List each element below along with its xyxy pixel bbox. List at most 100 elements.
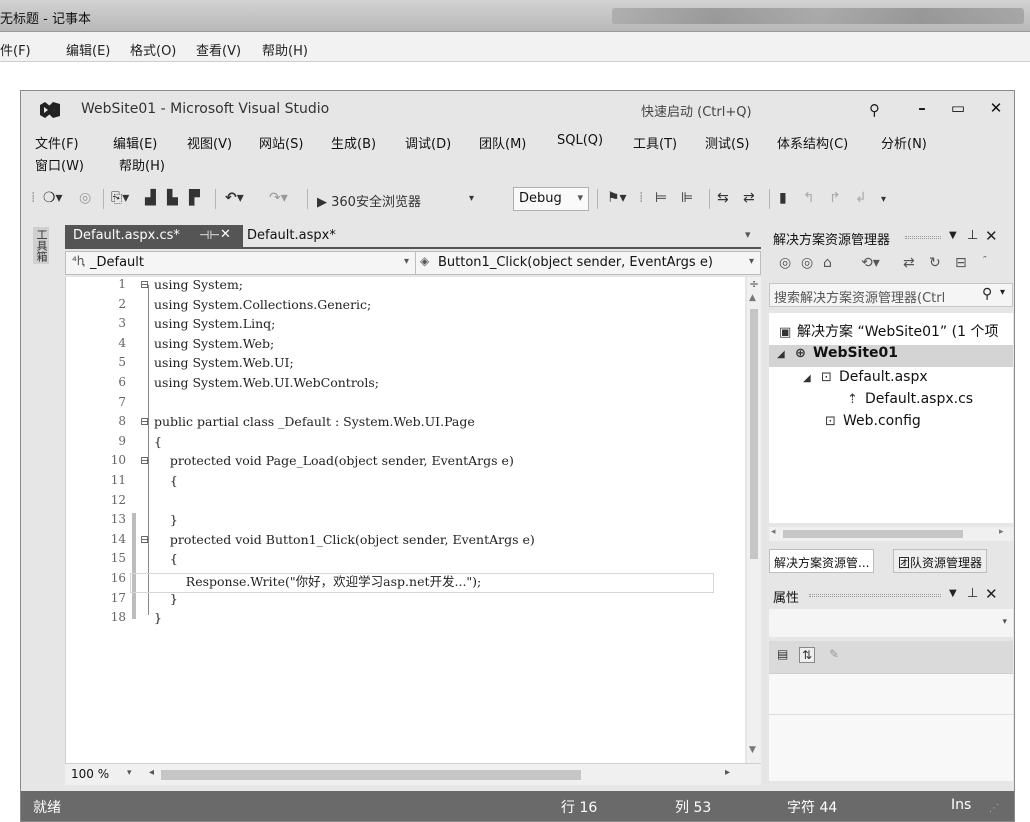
menu-team[interactable]: 团队(M) <box>479 133 526 152</box>
save-all-icon[interactable]: ▛ <box>189 190 200 206</box>
menu-test[interactable]: 测试(S) <box>705 133 749 152</box>
chevron-down-icon[interactable]: ▼ <box>949 588 957 599</box>
close-icon[interactable]: ✕ <box>985 227 998 245</box>
tab-solution-explorer[interactable]: 解决方案资源管... <box>769 549 875 573</box>
solution-explorer-search[interactable]: 搜索解决方案资源管理器(Ctrl ⚲ ▾ <box>769 283 1013 307</box>
code-line[interactable]: 2 using System.Collections.Generic; <box>66 297 746 317</box>
code-line[interactable]: 5 using System.Web.UI; <box>66 355 746 375</box>
code-editor[interactable]: 1 ⊟ using System; 2 using System.Collections… <box>65 277 745 781</box>
notepad-menu-view[interactable]: 查看(V) <box>196 40 241 59</box>
menu-sql[interactable]: SQL(Q) <box>557 133 603 148</box>
chevron-down-icon[interactable]: ▼ <box>949 230 957 241</box>
close-tab-icon[interactable]: ✕ <box>220 227 231 242</box>
code-line[interactable]: 11 { <box>66 473 746 493</box>
tree-item-default-aspx[interactable]: ◢ ⊡ Default.aspx <box>803 369 928 391</box>
notepad-menu-edit[interactable]: 编辑(E) <box>66 40 110 59</box>
solution-explorer-hscrollbar[interactable]: ◂ ▸ <box>769 527 1013 541</box>
tab-team-explorer[interactable]: 团队资源管理器 <box>893 549 988 573</box>
toolbar-overflow-icon[interactable]: ″ <box>983 255 987 266</box>
tab-default-aspx-cs[interactable]: Default.aspx.cs* ⊣⊢ ✕ <box>65 225 243 247</box>
notepad-menu-format[interactable]: 格式(O) <box>130 40 176 59</box>
panel-grip[interactable] <box>809 594 941 597</box>
menu-website[interactable]: 网站(S) <box>259 133 303 152</box>
save-icon[interactable]: ▙ <box>167 190 178 206</box>
fold-toggle-icon[interactable]: ⊟ <box>140 278 149 291</box>
chevron-down-icon[interactable]: ▾ <box>1000 287 1005 298</box>
collapse-all-icon[interactable]: ⊟ <box>955 255 967 271</box>
pin-icon[interactable]: ⊥ <box>967 228 978 243</box>
code-line[interactable]: 10 ⊟ protected void Page_Load(object send… <box>66 453 746 473</box>
fold-toggle-icon[interactable]: ⊟ <box>140 415 149 428</box>
tree-item-default-aspx-cs[interactable]: ⇡ Default.aspx.cs <box>847 391 973 413</box>
code-line[interactable]: 13 } <box>66 512 746 532</box>
menu-debug[interactable]: 调试(D) <box>405 133 451 152</box>
menu-window[interactable]: 窗口(W) <box>35 155 84 174</box>
forward-icon[interactable]: ◎ <box>79 190 91 206</box>
horizontal-scrollbar-thumb[interactable] <box>161 770 581 780</box>
open-file-icon[interactable]: ▟ <box>145 190 156 206</box>
code-line[interactable]: 15 { <box>66 551 746 571</box>
code-line[interactable]: 17 } <box>66 591 746 611</box>
tree-item-solution[interactable]: ▣ 解决方案 “WebSite01” (1 个项 <box>779 321 998 343</box>
menu-architecture[interactable]: 体系结构(C) <box>777 133 848 152</box>
code-line[interactable]: 12 <box>66 493 746 513</box>
pin-icon[interactable]: ⊥ <box>967 586 978 601</box>
browser-dropdown-icon[interactable]: ▾ <box>469 193 474 204</box>
home-icon[interactable]: ⌂ <box>823 255 832 271</box>
comment-icon[interactable]: ⇆ <box>717 190 729 206</box>
code-line[interactable]: 9{ <box>66 434 746 454</box>
forward-icon[interactable]: ◎ <box>801 255 813 271</box>
quick-launch-input[interactable]: 快速启动 (Ctrl+Q) <box>641 101 752 120</box>
editor-vertical-scrollbar[interactable]: ▲ ▼ <box>747 277 761 781</box>
fold-toggle-icon[interactable]: ⊟ <box>140 454 149 467</box>
back-icon[interactable]: ❍▾ <box>43 190 63 206</box>
menu-tools[interactable]: 工具(T) <box>633 133 677 152</box>
menu-view[interactable]: 视图(V) <box>187 133 232 152</box>
code-line[interactable]: 8 ⊟ public partial class _Default : System… <box>66 414 746 434</box>
code-line[interactable]: 7 <box>66 395 746 415</box>
sync-icon[interactable]: ⇄ <box>903 255 915 271</box>
chevron-down-icon[interactable]: ▾ <box>127 768 132 778</box>
history-icon[interactable]: ⟲▾ <box>861 255 880 271</box>
search-icon[interactable]: ⚲ <box>982 286 992 302</box>
redo-icon[interactable]: ↷▾ <box>269 190 288 206</box>
notepad-menu-file[interactable]: 件(F) <box>0 40 31 59</box>
tab-overflow-icon[interactable]: ▾ <box>745 228 751 241</box>
start-debugging-button[interactable]: ▶ 360安全浏览器 <box>317 191 421 210</box>
menu-file[interactable]: 文件(F) <box>35 133 79 152</box>
tree-item-project[interactable]: ◢ ⊕ WebSite01 <box>777 345 898 367</box>
close-icon[interactable]: ✕ <box>985 585 998 603</box>
search-icon[interactable]: ⚲ <box>869 101 880 119</box>
class-dropdown[interactable]: ⁴ⱨ _Default ▾ <box>66 252 416 274</box>
next-bookmark-icon[interactable]: ↱ <box>829 190 841 206</box>
tree-item-web-config[interactable]: ⊡ Web.config <box>825 413 921 435</box>
minimize-button[interactable]: – <box>907 97 937 119</box>
split-editor-icon[interactable]: ÷ <box>747 277 761 291</box>
pin-icon[interactable]: ⊣⊢ <box>199 228 220 242</box>
notepad-menu-help[interactable]: 帮助(H) <box>262 40 308 59</box>
resize-grip-icon[interactable]: ⋰ <box>989 803 999 814</box>
code-line[interactable]: 6 using System.Web.UI.WebControls; <box>66 375 746 395</box>
fold-toggle-icon[interactable]: ⊟ <box>140 533 149 546</box>
bookmark-icon[interactable]: ▮ <box>779 190 787 206</box>
alphabetical-icon[interactable]: ⇅ <box>799 647 816 663</box>
menu-build[interactable]: 生成(B) <box>331 133 376 152</box>
code-line[interactable]: 1 ⊟ using System; <box>66 277 746 297</box>
code-line[interactable]: 16 Response.Write("你好，欢迎学习asp.net开发...")… <box>66 571 746 591</box>
solution-configuration-select[interactable]: Debug ▾ <box>513 187 589 211</box>
menu-analyze[interactable]: 分析(N) <box>881 133 927 152</box>
scroll-right-icon[interactable]: ▸ <box>725 767 730 778</box>
new-project-icon[interactable]: ⎘▾ <box>111 190 129 206</box>
panel-grip[interactable] <box>905 236 941 239</box>
tab-default-aspx[interactable]: Default.aspx* <box>247 228 336 243</box>
indent-icon[interactable]: ⊨ <box>655 190 667 206</box>
clear-bookmarks-icon[interactable]: ↲ <box>855 190 867 206</box>
code-line[interactable]: 4 using System.Web; <box>66 336 746 356</box>
notepad-title-bar[interactable]: 无标题 - 记事本 <box>0 0 1030 32</box>
menu-help[interactable]: 帮助(H) <box>119 155 165 174</box>
find-icon[interactable]: ⚑▾ <box>607 190 627 206</box>
undo-icon[interactable]: ↶▾ <box>225 190 244 206</box>
maximize-button[interactable]: ▭ <box>943 97 973 119</box>
zoom-level[interactable]: 100 % <box>71 767 109 781</box>
property-pages-icon[interactable]: ✎ <box>829 647 839 661</box>
